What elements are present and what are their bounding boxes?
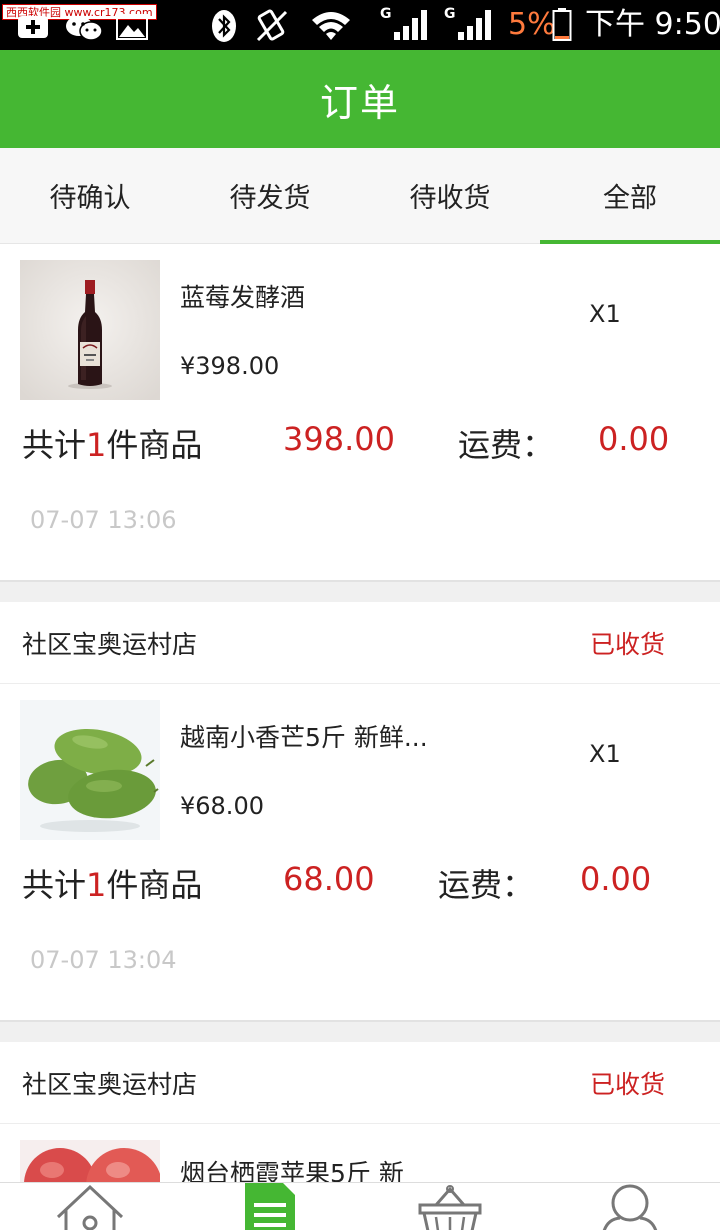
- status-bar: 西西软件园 www.cr173.com G G 5% 下午 9:50: [0, 0, 720, 50]
- order-time: 07-07 13:04: [30, 946, 177, 974]
- nav-orders[interactable]: [180, 1183, 360, 1230]
- clock: 下午 9:50: [585, 7, 720, 42]
- app-header: 订单: [0, 50, 720, 148]
- add-notification-icon: [18, 16, 48, 38]
- item-quantity: X1: [589, 740, 621, 768]
- bluetooth-icon: [212, 10, 236, 42]
- shop-row[interactable]: 社区宝奥运村店 已收货: [0, 602, 720, 684]
- order-item[interactable]: 蓝莓发酵酒 ¥398.00 X1: [0, 244, 720, 402]
- rotation-lock-icon: [256, 9, 288, 42]
- tab-pending-receive[interactable]: 待收货: [360, 148, 540, 243]
- order-total: 68.00: [283, 860, 375, 898]
- order-time: 07-07 13:06: [30, 506, 177, 534]
- shop-name: 社区宝奥运村店: [22, 1069, 198, 1099]
- order-total: 398.00: [283, 420, 395, 458]
- order-item[interactable]: 越南小香芒5斤 新鲜... ¥68.00 X1: [0, 684, 720, 842]
- wifi-icon: [312, 12, 350, 40]
- nav-profile[interactable]: [540, 1183, 720, 1230]
- page-title: 订单: [319, 80, 400, 125]
- item-name: 越南小香芒5斤 新鲜...: [180, 723, 428, 752]
- summary-suffix: 件商品: [106, 866, 203, 904]
- battery-percent: 5%: [508, 7, 556, 42]
- order-time-row: 07-07 13:06: [0, 482, 720, 580]
- summary-prefix: 共计: [22, 426, 87, 464]
- nav-home[interactable]: [0, 1183, 180, 1230]
- user-icon: [602, 1184, 658, 1230]
- gallery-icon: [116, 14, 148, 40]
- order-status: 已收货: [589, 1069, 665, 1099]
- tab-pending-ship[interactable]: 待发货: [180, 148, 360, 243]
- signal-strength-icon-1: [394, 10, 427, 40]
- order-summary: 共计1件商品 398.00 运费： 0.00: [0, 402, 720, 482]
- basket-icon: [418, 1185, 482, 1230]
- tab-all[interactable]: 全部: [540, 148, 720, 244]
- item-price: ¥398.00: [180, 352, 280, 380]
- item-name: 烟台栖霞苹果5斤 新: [180, 1159, 404, 1182]
- order-summary: 共计1件商品 68.00 运费： 0.00: [0, 842, 720, 922]
- network-type-1: G: [380, 6, 392, 22]
- signal-strength-icon-2: [458, 10, 491, 40]
- bottom-nav: [0, 1182, 720, 1230]
- shop-row[interactable]: 社区宝奥运村店 已收货: [0, 1042, 720, 1124]
- mango-image: [20, 700, 160, 840]
- home-icon: [56, 1184, 124, 1230]
- summary-count: 1: [86, 426, 107, 464]
- item-price: ¥68.00: [180, 792, 264, 820]
- nav-basket[interactable]: [360, 1183, 540, 1230]
- apple-image: [20, 1140, 160, 1182]
- shipping-label: 运费：: [458, 426, 555, 464]
- summary-count-label: 共计1件商品: [22, 860, 202, 906]
- shop-name: 社区宝奥运村店: [22, 629, 198, 659]
- item-name: 蓝莓发酵酒: [180, 283, 306, 312]
- shipping-fee: 0.00: [598, 420, 670, 458]
- order-tabs: 待确认 待发货 待收货 全部: [0, 148, 720, 244]
- order-time-row: 07-07 13:04: [0, 922, 720, 1020]
- shipping-fee: 0.00: [580, 860, 652, 898]
- order-list: 蓝莓发酵酒 ¥398.00 X1 共计1件商品 398.00 运费： 0.00 …: [0, 244, 720, 1182]
- battery-icon: [552, 8, 572, 41]
- orders-document-icon: [245, 1183, 295, 1230]
- summary-count-label: 共计1件商品: [22, 420, 202, 466]
- wine-bottle-image: [20, 260, 160, 400]
- item-quantity: X1: [589, 300, 621, 328]
- order-status: 已收货: [589, 629, 665, 659]
- summary-suffix: 件商品: [106, 426, 203, 464]
- summary-prefix: 共计: [22, 866, 87, 904]
- tab-pending-confirm[interactable]: 待确认: [0, 148, 180, 243]
- summary-count: 1: [86, 866, 107, 904]
- wechat-icon: [66, 16, 103, 41]
- order-card[interactable]: 蓝莓发酵酒 ¥398.00 X1 共计1件商品 398.00 运费： 0.00 …: [0, 244, 720, 582]
- network-type-2: G: [444, 6, 456, 22]
- order-item[interactable]: 烟台栖霞苹果5斤 新: [0, 1124, 720, 1182]
- order-card[interactable]: 社区宝奥运村店 已收货 烟台栖霞苹果5斤 新: [0, 1042, 720, 1182]
- order-card[interactable]: 社区宝奥运村店 已收货 越南小香芒5斤 新鲜... ¥68.00 X1 共计1件…: [0, 602, 720, 1022]
- shipping-label: 运费：: [438, 866, 535, 904]
